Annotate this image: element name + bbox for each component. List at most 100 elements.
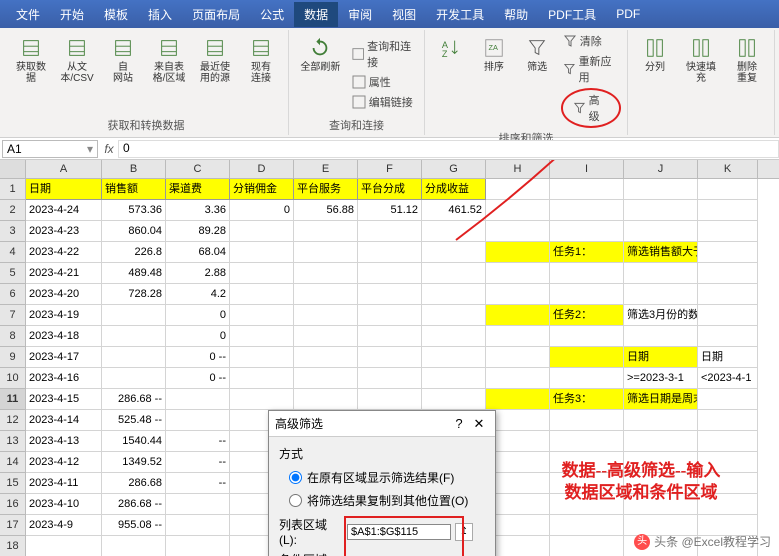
cell[interactable]: 分销佣金 (230, 179, 294, 200)
cell[interactable]: 286.68 -- (102, 494, 166, 515)
refresh-all-button[interactable]: 全部刷新 (295, 32, 346, 115)
cell[interactable]: 525.48 -- (102, 410, 166, 431)
row-header[interactable]: 13 (0, 431, 26, 452)
cell[interactable] (486, 389, 550, 410)
cell[interactable] (624, 200, 698, 221)
cell[interactable]: 68.04 (166, 242, 230, 263)
cell[interactable]: 89.28 (166, 221, 230, 242)
tab-开始[interactable]: 开始 (50, 2, 94, 27)
column-header[interactable]: G (422, 160, 486, 178)
cell[interactable] (230, 221, 294, 242)
tab-PDF工具[interactable]: PDF工具 (538, 2, 606, 27)
cell[interactable]: 0 (166, 326, 230, 347)
ribbon-button[interactable]: 分列 (634, 32, 676, 131)
row-header[interactable]: 18 (0, 536, 26, 556)
cell[interactable] (698, 305, 758, 326)
cell[interactable] (294, 242, 358, 263)
cell[interactable] (698, 242, 758, 263)
ribbon-button[interactable]: 删除重复 (726, 32, 768, 131)
cell[interactable]: 日期 (26, 179, 102, 200)
column-header[interactable]: C (166, 160, 230, 178)
cell[interactable] (698, 410, 758, 431)
cell[interactable] (358, 305, 422, 326)
cell[interactable] (550, 200, 624, 221)
cell[interactable]: 2023-4-21 (26, 263, 102, 284)
radio-copy-location[interactable]: 将筛选结果复制到其他位置(O) (279, 489, 485, 512)
cell[interactable] (294, 347, 358, 368)
cell[interactable] (422, 305, 486, 326)
cell[interactable]: 任务1： (550, 242, 624, 263)
cell[interactable] (486, 347, 550, 368)
cell[interactable]: 2023-4-12 (26, 452, 102, 473)
cell[interactable] (422, 389, 486, 410)
ribbon-button[interactable]: 从文本/CSV (56, 32, 98, 115)
cell[interactable] (230, 347, 294, 368)
column-header[interactable]: E (294, 160, 358, 178)
mini-button[interactable]: 属性 (350, 73, 418, 91)
cell[interactable]: 286.68 -- (102, 389, 166, 410)
cell[interactable] (230, 389, 294, 410)
name-box[interactable]: A1▾ (2, 140, 98, 158)
cell[interactable]: 51.12 (358, 200, 422, 221)
cell[interactable]: 489.48 (102, 263, 166, 284)
cell[interactable]: 销售额 (102, 179, 166, 200)
cell[interactable] (550, 179, 624, 200)
row-header[interactable]: 9 (0, 347, 26, 368)
select-all-corner[interactable] (0, 160, 26, 178)
cell[interactable] (422, 284, 486, 305)
cell[interactable]: <2023-4-1 (698, 368, 758, 389)
cell[interactable] (698, 179, 758, 200)
column-header[interactable]: D (230, 160, 294, 178)
cell[interactable]: 2023-4-9 (26, 515, 102, 536)
cell[interactable] (550, 410, 624, 431)
cell[interactable] (294, 305, 358, 326)
cell[interactable]: 0 -- (166, 368, 230, 389)
cell[interactable]: 3.36 (166, 200, 230, 221)
cell[interactable]: 2023-4-18 (26, 326, 102, 347)
cell[interactable] (550, 536, 624, 556)
cell[interactable] (358, 389, 422, 410)
cell[interactable] (550, 326, 624, 347)
cell[interactable] (294, 368, 358, 389)
cell[interactable]: 筛选3月份的数据 (624, 305, 698, 326)
cell[interactable]: 任务3： (550, 389, 624, 410)
cell[interactable] (358, 347, 422, 368)
tab-PDF[interactable]: PDF (606, 3, 650, 25)
cell[interactable] (422, 263, 486, 284)
cell[interactable] (698, 284, 758, 305)
cell[interactable] (294, 284, 358, 305)
cell[interactable] (230, 305, 294, 326)
row-header[interactable]: 6 (0, 284, 26, 305)
tab-审阅[interactable]: 审阅 (338, 2, 382, 27)
column-header[interactable]: F (358, 160, 422, 178)
cell[interactable]: 日期 (624, 347, 698, 368)
cell[interactable] (358, 263, 422, 284)
cell[interactable] (26, 536, 102, 556)
cell[interactable] (486, 284, 550, 305)
column-header[interactable]: A (26, 160, 102, 178)
cell[interactable]: 2023-4-11 (26, 473, 102, 494)
cell[interactable] (294, 263, 358, 284)
cell[interactable] (550, 431, 624, 452)
cell[interactable] (486, 200, 550, 221)
cell[interactable] (486, 263, 550, 284)
row-header[interactable]: 14 (0, 452, 26, 473)
row-header[interactable]: 1 (0, 179, 26, 200)
cell[interactable] (698, 221, 758, 242)
cell[interactable] (358, 284, 422, 305)
row-header[interactable]: 11 (0, 389, 26, 410)
cell[interactable] (624, 431, 698, 452)
dialog-titlebar[interactable]: 高级筛选 ? ✕ (269, 411, 495, 437)
cell[interactable]: 0 -- (166, 347, 230, 368)
advanced-filter-button[interactable]: 高级 (561, 88, 621, 128)
close-button[interactable]: ✕ (469, 416, 489, 432)
row-header[interactable]: 2 (0, 200, 26, 221)
ribbon-button[interactable]: 现有连接 (240, 32, 282, 115)
list-range-input[interactable]: $A$1:$G$115 (347, 524, 451, 540)
column-header[interactable]: I (550, 160, 624, 178)
cell[interactable]: 筛选日期是周末且销售额大于500 (624, 389, 698, 410)
cell[interactable]: 任务2： (550, 305, 624, 326)
cell[interactable] (698, 263, 758, 284)
cell[interactable] (102, 305, 166, 326)
cell[interactable] (624, 263, 698, 284)
